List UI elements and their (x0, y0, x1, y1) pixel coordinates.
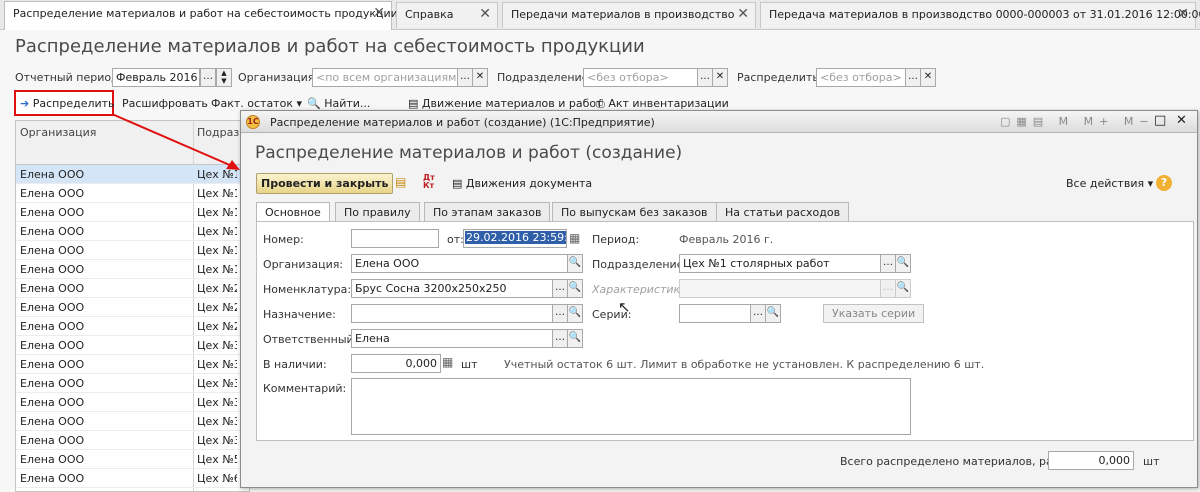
help-icon[interactable]: ? (1156, 175, 1172, 191)
purpose-label: Назначение: (263, 308, 336, 321)
close-icon[interactable]: ✕ (1176, 113, 1187, 128)
stock-note: Учетный остаток 6 шт. Лимит в обработке … (504, 358, 985, 371)
movements-label: Движения документа (465, 177, 593, 190)
date-value: 29.02.2016 23:59:59 (465, 231, 566, 244)
characteristic-field (679, 279, 881, 298)
report-icon: ▤ (452, 177, 463, 190)
period-label: Период: (592, 233, 640, 246)
document-movements-button[interactable]: ▤ Движения документа (452, 177, 592, 190)
department-field[interactable]: Цех №1 столярных работ (679, 254, 881, 273)
mouse-cursor-icon: ↖ (618, 298, 631, 316)
in-stock-label: В наличии: (263, 358, 327, 371)
total-field: 0,000 (1048, 451, 1134, 470)
nomenclature-label: Номенклатура: (263, 283, 352, 296)
select-button[interactable]: … (880, 254, 896, 273)
responsible-field[interactable]: Елена (351, 329, 568, 348)
comment-textarea[interactable] (351, 378, 911, 435)
titlebar-tools[interactable]: ▢▦▤ M M+ M− (1000, 115, 1155, 128)
tab-by-rule[interactable]: По правилу (335, 202, 420, 222)
maximize-icon[interactable]: □ (1154, 113, 1166, 128)
search-icon[interactable]: 🔍 (765, 304, 781, 323)
tab-order-stages[interactable]: По этапам заказов (424, 202, 551, 222)
search-icon[interactable]: 🔍 (567, 304, 583, 323)
calculator-icon[interactable]: ▦ (442, 355, 453, 369)
department-label: Подразделение: (592, 258, 688, 271)
search-icon[interactable]: 🔍 (567, 254, 583, 273)
organization-field[interactable]: Елена ООО (351, 254, 568, 273)
in-stock-field[interactable]: 0,000 (351, 354, 441, 373)
select-button: … (880, 279, 896, 298)
date-from-label: от: (447, 233, 464, 246)
search-icon: 🔍 (895, 279, 911, 298)
number-label: Номер: (263, 233, 304, 246)
date-field[interactable]: 29.02.2016 23:59:59 (463, 229, 567, 248)
app-logo-icon: 1С (246, 115, 260, 129)
tab-expense-items[interactable]: На статьи расходов (716, 202, 850, 222)
series-field[interactable] (679, 304, 751, 323)
calendar-icon[interactable]: ▦ (569, 231, 580, 245)
select-button[interactable]: … (552, 279, 568, 298)
tab-outputs-without-orders[interactable]: По выпускам без заказов (552, 202, 717, 222)
purpose-field[interactable] (351, 304, 553, 323)
nomenclature-field[interactable]: Брус Сосна 3200х250х250 (351, 279, 553, 298)
search-icon[interactable]: 🔍 (567, 329, 583, 348)
search-icon[interactable]: 🔍 (895, 254, 911, 273)
comment-label: Комментарий: (263, 382, 347, 395)
organization-label: Организация: (263, 258, 344, 271)
number-field[interactable] (351, 229, 439, 248)
search-icon[interactable]: 🔍 (567, 279, 583, 298)
characteristic-label: Характеристика: (592, 283, 691, 296)
responsible-label: Ответственный: (263, 333, 358, 346)
select-button[interactable]: … (750, 304, 766, 323)
total-unit: шт (1143, 455, 1160, 468)
period-value: Февраль 2016 г. (679, 233, 774, 246)
select-button[interactable]: … (552, 304, 568, 323)
total-label: Всего распределено материалов, работ: (840, 455, 1077, 468)
post-icon[interactable]: ▤ (395, 175, 406, 189)
post-and-close-button[interactable]: Провести и закрыть (256, 173, 394, 194)
select-button[interactable]: … (552, 329, 568, 348)
dialog-window-title: Распределение материалов и работ (создан… (270, 116, 655, 129)
unit-label: шт (461, 358, 478, 371)
dt-kt-icon[interactable]: Дт Кт (423, 174, 435, 190)
dialog-heading: Распределение материалов и работ (создан… (255, 143, 683, 163)
specify-series-button[interactable]: Указать серии (823, 304, 925, 323)
all-actions-menu[interactable]: Все действия ▾ (1066, 177, 1153, 190)
